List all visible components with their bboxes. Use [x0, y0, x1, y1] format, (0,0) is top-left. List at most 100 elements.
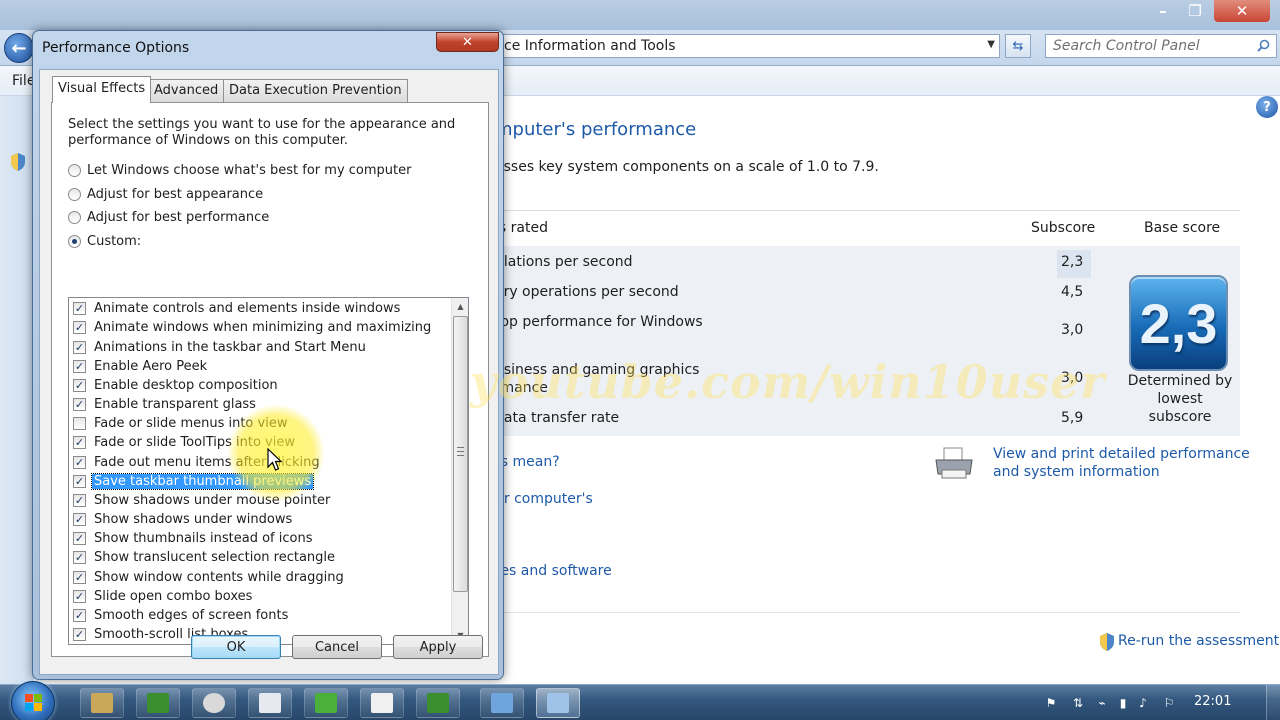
clock[interactable]: 22:01: [1194, 694, 1231, 709]
taskbar-app[interactable]: [416, 688, 460, 718]
checkbox[interactable]: ✓: [73, 475, 86, 488]
score-row-value: 3,0: [1061, 322, 1084, 338]
watermark: youtube.com/win10user: [470, 355, 1106, 409]
tab-visual-effects[interactable]: Visual Effects: [52, 76, 152, 103]
dragon-icon: [315, 693, 337, 713]
scroll-up-icon[interactable]: ▲: [452, 298, 468, 315]
list-item[interactable]: ✓ Show window contents while dragging: [73, 568, 344, 587]
chevron-down-icon[interactable]: ▼: [987, 39, 995, 50]
radio-windows-choose[interactable]: Let Windows choose what's best for my co…: [68, 163, 411, 178]
network-icon[interactable]: ⇅: [1070, 695, 1086, 711]
base-score-value: 2,3: [1139, 291, 1218, 355]
score-row-label: ory operations per second: [495, 284, 679, 300]
radio-button[interactable]: [68, 211, 81, 224]
radio-button[interactable]: [68, 188, 81, 201]
score-row-value: 4,5: [1061, 284, 1084, 300]
list-item[interactable]: ✓ Smooth edges of screen fonts: [73, 606, 288, 625]
windows-logo-icon: [25, 694, 33, 702]
vertical-scrollbar[interactable]: ▲ ▼: [451, 298, 468, 644]
taskbar-app[interactable]: [136, 688, 180, 718]
rerun-assessment-link[interactable]: Re-run the assessment: [1118, 633, 1279, 649]
checkbox[interactable]: ✓: [73, 456, 86, 469]
back-arrow-icon[interactable]: ←: [4, 33, 34, 63]
checkbox[interactable]: ✓: [73, 360, 86, 373]
checkbox[interactable]: ✓: [73, 494, 86, 507]
taskbar-app[interactable]: [480, 688, 524, 718]
cancel-button[interactable]: Cancel: [292, 635, 382, 659]
refresh-icon[interactable]: ⇆: [1005, 34, 1031, 58]
show-desktop-button[interactable]: [1266, 685, 1280, 720]
checkbox[interactable]: ✓: [73, 609, 86, 622]
checkbox[interactable]: ✓: [73, 398, 86, 411]
folder-icon: [91, 693, 113, 713]
search-input[interactable]: Search Control Panel: [1045, 34, 1277, 58]
list-item[interactable]: ✓ Animate controls and elements inside wi…: [73, 299, 400, 318]
checkbox[interactable]: ✓: [73, 321, 86, 334]
start-button[interactable]: [11, 681, 55, 720]
list-item[interactable]: ✓ Show shadows under windows: [73, 510, 292, 529]
taskbar-app[interactable]: [192, 688, 236, 718]
taskbar-app[interactable]: [360, 688, 404, 718]
print-details-link[interactable]: View and print detailed performance and …: [993, 445, 1273, 481]
close-icon[interactable]: ✕: [436, 32, 499, 52]
maximize-button[interactable]: ❐: [1180, 0, 1210, 22]
radio-button[interactable]: [68, 235, 81, 248]
address-bar[interactable]: ce Information and Tools ▼: [500, 34, 1000, 58]
checkbox[interactable]: ✓: [73, 532, 86, 545]
checkbox[interactable]: ✓: [73, 341, 86, 354]
checkbox[interactable]: ✓: [73, 590, 86, 603]
close-window-button[interactable]: ✕: [1214, 0, 1270, 22]
list-item[interactable]: ✓ Slide open combo boxes: [73, 587, 252, 606]
visual-effects-panel: Select the settings you want to use for …: [51, 102, 489, 657]
improve-computer-link[interactable]: ur computer's: [495, 491, 593, 507]
ok-button[interactable]: OK: [191, 635, 281, 659]
minimize-button[interactable]: –: [1148, 0, 1178, 22]
scrollbar-thumb[interactable]: [453, 316, 468, 592]
volume-icon[interactable]: ♪: [1135, 695, 1151, 711]
list-item[interactable]: ✓ Show translucent selection rectangle: [73, 548, 335, 567]
list-item[interactable]: ✓ Enable desktop composition: [73, 376, 278, 395]
camtasia-icon: [147, 693, 169, 713]
taskbar-app[interactable]: [80, 688, 124, 718]
checkbox[interactable]: ✓: [73, 628, 86, 641]
score-row-label: top performance for Windows: [495, 314, 703, 330]
radio-custom[interactable]: Custom:: [68, 234, 141, 249]
power-icon[interactable]: ▮: [1115, 695, 1131, 711]
checkbox[interactable]: ✓: [73, 379, 86, 392]
checkbox[interactable]: ✓: [73, 571, 86, 584]
taskbar: ⚑ ⇅ ⌁ ▮ ♪ ⚐ 22:01: [0, 681, 1280, 720]
taskbar-app[interactable]: [248, 688, 292, 718]
search-icon[interactable]: [1257, 39, 1270, 52]
list-item[interactable]: ✓ Enable transparent glass: [73, 395, 256, 414]
usb-icon[interactable]: ⌁: [1094, 695, 1110, 711]
action-center-icon[interactable]: ⚑: [1043, 695, 1059, 711]
list-item[interactable]: ✓ Enable Aero Peek: [73, 357, 207, 376]
features-software-link[interactable]: res and software: [495, 563, 612, 579]
windows-logo-icon: [25, 703, 33, 711]
window-title-bar: [0, 0, 1280, 30]
base-score-badge: 2,3: [1129, 275, 1228, 371]
radio-label: Adjust for best appearance: [87, 187, 264, 202]
radio-best-appearance[interactable]: Adjust for best appearance: [68, 187, 263, 202]
base-score-caption: Determined by lowest subscore: [1127, 373, 1233, 425]
tab-advanced[interactable]: Advanced: [148, 79, 225, 102]
taskbar-app-active[interactable]: [536, 688, 580, 718]
checkbox[interactable]: [73, 417, 86, 430]
help-icon[interactable]: ?: [1256, 96, 1278, 118]
checkbox[interactable]: ✓: [73, 436, 86, 449]
tab-data-execution-prevention[interactable]: Data Execution Prevention: [223, 79, 408, 102]
radio-button[interactable]: [68, 164, 81, 177]
checkbox[interactable]: ✓: [73, 302, 86, 315]
list-item[interactable]: ✓ Animations in the taskbar and Start Men…: [73, 338, 366, 357]
what-numbers-mean-link[interactable]: rs mean?: [495, 454, 560, 470]
windows-logo-icon: [34, 703, 42, 711]
windows-logo-icon: [34, 694, 42, 702]
checkbox[interactable]: ✓: [73, 513, 86, 526]
checkbox[interactable]: ✓: [73, 551, 86, 564]
radio-best-performance[interactable]: Adjust for best performance: [68, 210, 269, 225]
apply-button[interactable]: Apply: [393, 635, 483, 659]
flag-icon[interactable]: ⚐: [1161, 695, 1177, 711]
list-item[interactable]: ✓ Show thumbnails instead of icons: [73, 529, 313, 548]
list-item[interactable]: ✓ Animate windows when minimizing and max…: [73, 318, 431, 337]
taskbar-app[interactable]: [304, 688, 348, 718]
